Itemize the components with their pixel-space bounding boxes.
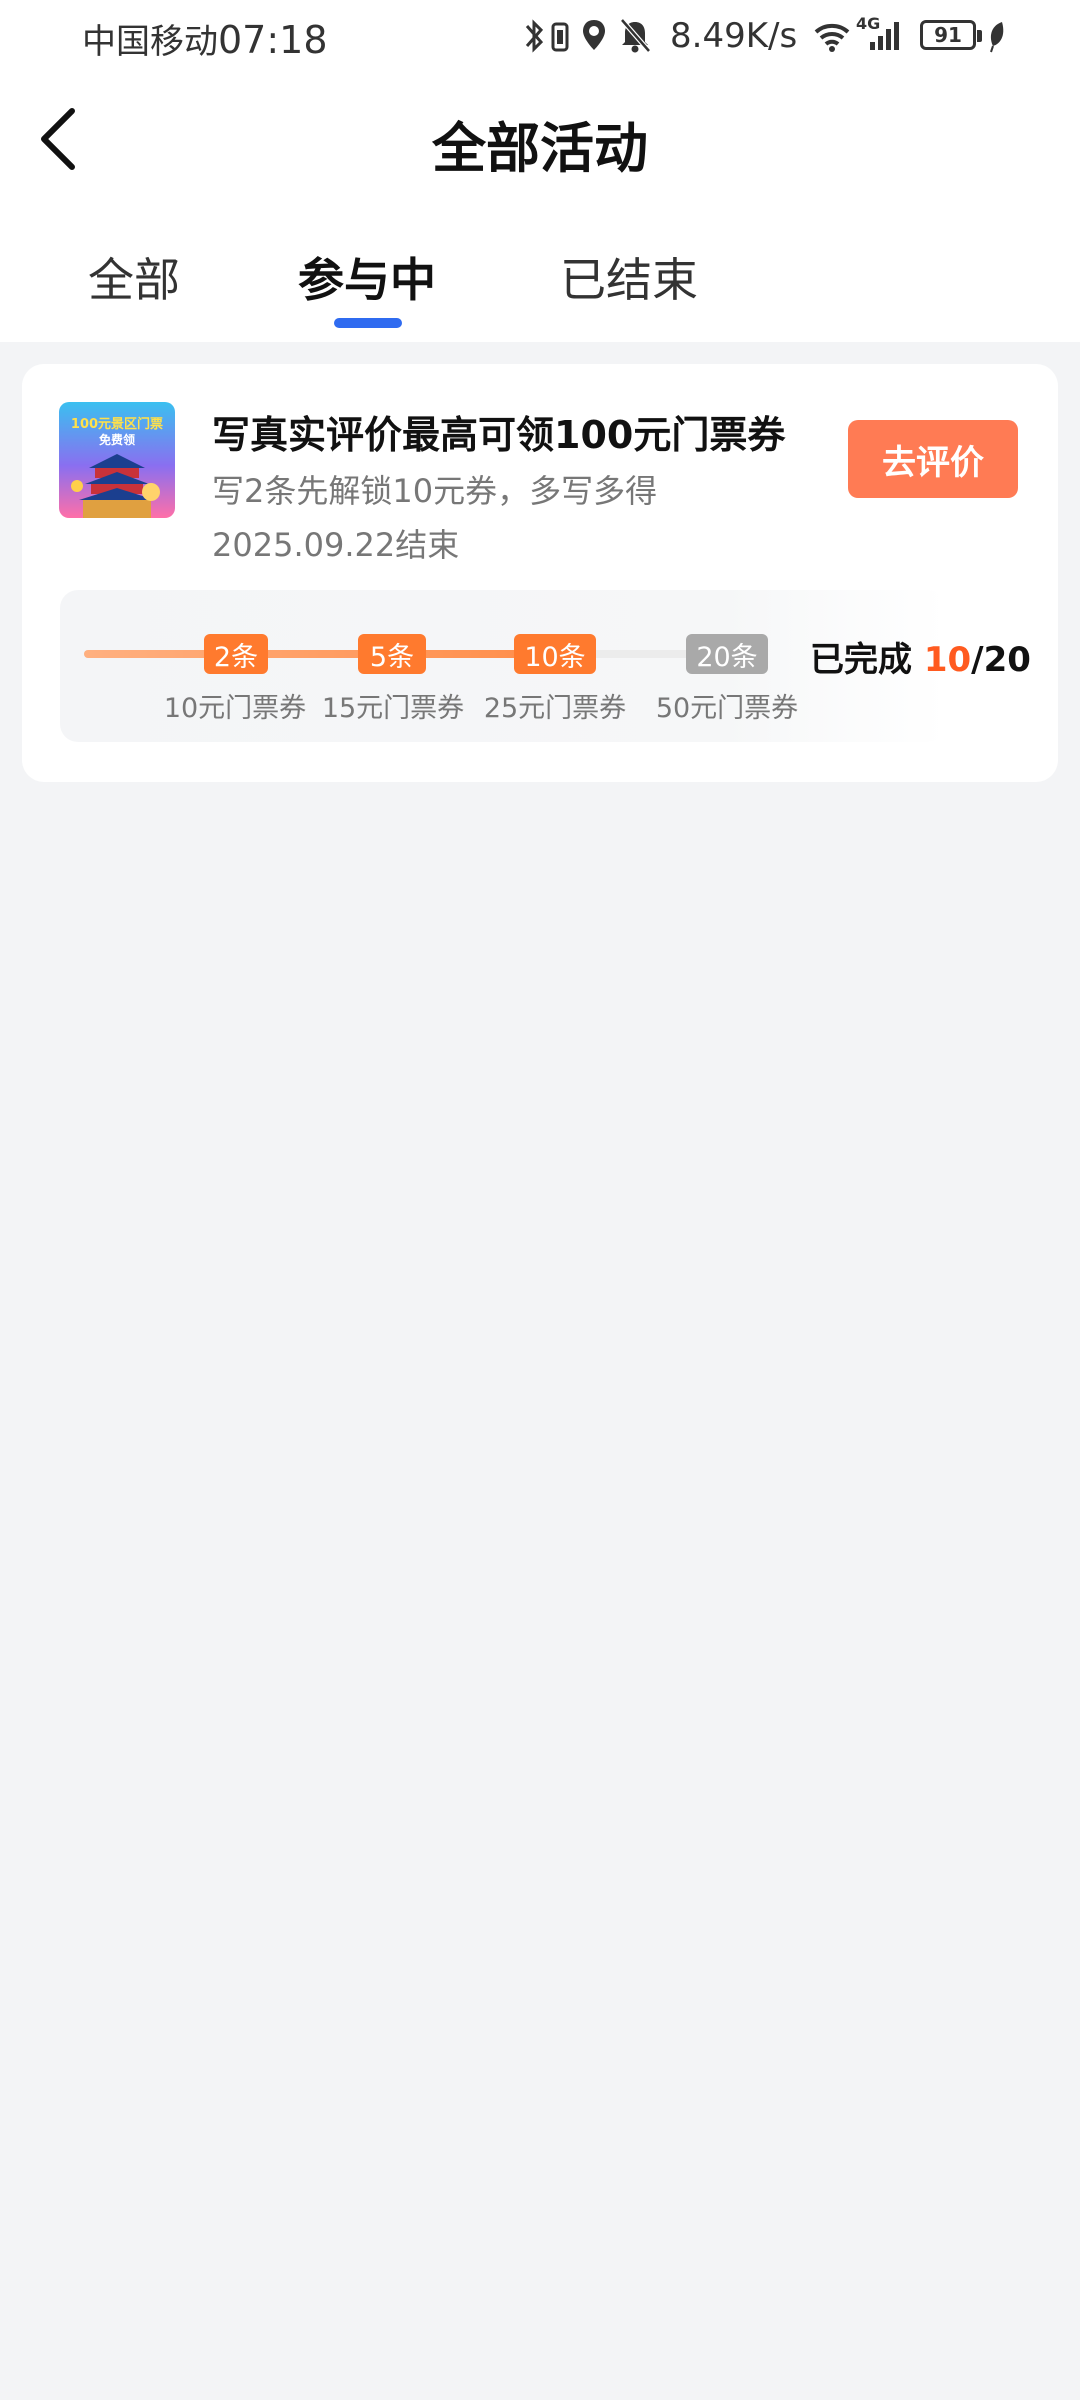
activity-end-date: 2025.09.22结束 — [212, 526, 460, 564]
location-icon — [583, 20, 605, 50]
milestone-10: 10条 — [514, 634, 596, 674]
temple-poster-image: 100元景区门票 免费领 — [59, 402, 175, 518]
wifi-icon — [814, 23, 850, 52]
leaf-icon — [990, 22, 1004, 53]
navigation-header: 全部活动 — [0, 74, 1080, 204]
completion-separator: / — [971, 640, 984, 680]
page-title: 全部活动 — [432, 117, 648, 180]
milestone-2: 2条 — [204, 634, 268, 674]
bell-off-icon — [620, 18, 651, 53]
carrier-name: 中国移动 — [82, 22, 218, 62]
carrier-info: 中国移动07:18 — [82, 14, 328, 63]
activity-title: 写真实评价最高可领100元门票券 — [212, 413, 786, 457]
network-speed: 8.49K/s — [670, 16, 798, 56]
tab-participating[interactable]: 参与中 — [298, 244, 436, 310]
reward-label: 25元门票券 — [483, 693, 627, 724]
active-tab-indicator — [334, 318, 402, 328]
thumb-headline: 100元景区门票 — [71, 416, 163, 432]
reward-label: 15元门票券 — [321, 693, 465, 724]
milestone-5: 5条 — [358, 634, 426, 674]
thumb-subline: 免费领 — [99, 432, 135, 447]
signal-icon — [870, 22, 899, 50]
total-count: 20 — [983, 640, 1031, 680]
milestone-20: 20条 — [686, 634, 768, 674]
reward-label: 10元门票券 — [163, 693, 307, 724]
status-bar: 中国移动07:18 8.49K/s 4G 91 — [0, 0, 1080, 74]
completion-status: 已完成 10/20 — [810, 632, 1031, 681]
tab-ended[interactable]: 已结束 — [560, 244, 698, 310]
tab-all[interactable]: 全部 — [88, 244, 180, 310]
reward-label: 50元门票券 — [655, 693, 799, 724]
activity-tabs: 全部 参与中 已结束 — [0, 204, 1080, 342]
clock: 07:18 — [218, 18, 328, 62]
battery-indicator: 91 — [920, 20, 982, 50]
bluetooth-icon — [525, 19, 544, 53]
write-review-button[interactable]: 去评价 — [848, 420, 1018, 498]
completed-count: 10 — [923, 640, 972, 680]
vibrate-icon — [551, 22, 569, 52]
completion-prefix: 已完成 — [810, 640, 924, 680]
activity-thumbnail: 100元景区门票 免费领 — [59, 402, 175, 518]
battery-level: 91 — [934, 23, 962, 47]
activity-subtitle: 写2条先解锁10元券，多写多得 — [212, 472, 658, 510]
